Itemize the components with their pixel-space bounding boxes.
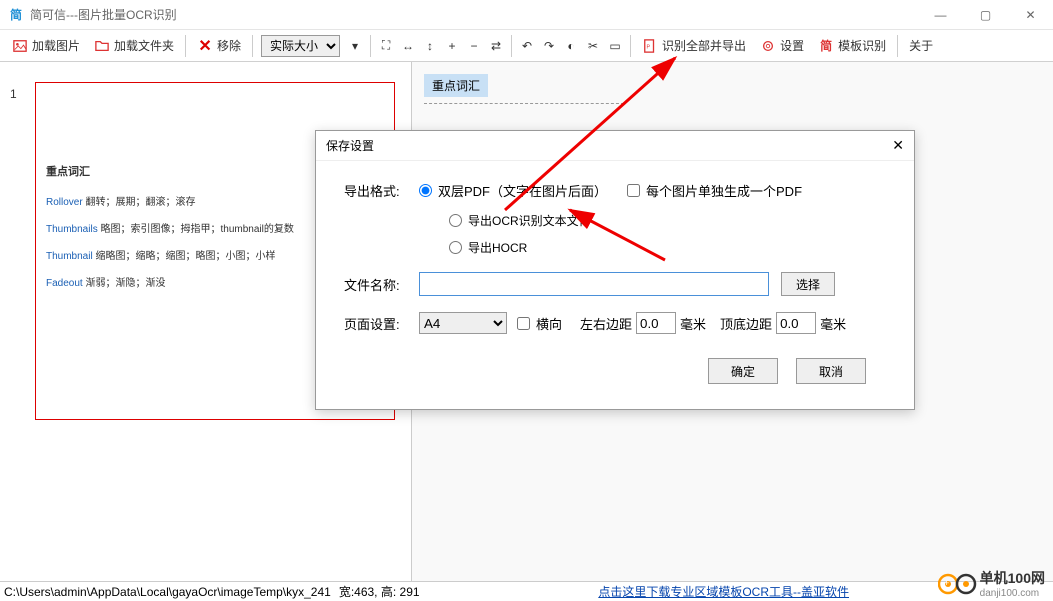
load-folder-button[interactable]: 加载文件夹	[88, 34, 180, 57]
landscape-check[interactable]	[517, 317, 530, 330]
folder-icon	[94, 38, 110, 54]
lr-margin-input[interactable]	[636, 312, 676, 334]
minus-icon[interactable]: −	[464, 36, 484, 56]
x-icon: ✕	[197, 38, 213, 54]
maximize-button[interactable]: ▢	[963, 0, 1008, 29]
load-image-label: 加载图片	[32, 37, 80, 54]
rotate-cw-icon[interactable]: ↷	[539, 36, 559, 56]
statusbar: C:\Users\admin\AppData\Local\gayaOcr\ima…	[0, 581, 1053, 601]
titlebar: 简 简可信---图片批量OCR识别 — ▢ ✕	[0, 0, 1053, 30]
separator	[185, 35, 186, 57]
filename-label: 文件名称:	[344, 275, 419, 294]
toolbar: 加载图片 加载文件夹 ✕ 移除 实际大小 ▾ ⛶ ↔ ↕ + − ⇄ ↶ ↷ ◐…	[0, 30, 1053, 62]
separator	[252, 35, 253, 57]
remove-button[interactable]: ✕ 移除	[191, 34, 247, 57]
radio-dual-pdf[interactable]	[419, 184, 432, 197]
ok-button[interactable]: 确定	[708, 358, 778, 384]
watermark-name: 单机100网	[980, 568, 1045, 588]
radio-text-label: 导出OCR识别文本文件	[468, 212, 591, 229]
thumbnail-index: 1	[10, 87, 17, 101]
watermark: + 单机100网 danji100.com	[938, 568, 1045, 599]
save-settings-dialog: 保存设置 ✕ 导出格式: 双层PDF（文字在图片后面） 每个图片单独生成一个PD…	[315, 130, 915, 410]
zoom-select[interactable]: 实际大小	[261, 35, 340, 57]
preview-heading: 重点词汇	[424, 74, 488, 97]
unit-label: 毫米	[680, 314, 706, 333]
pageset-label: 页面设置:	[344, 314, 419, 333]
template-icon: 简	[818, 38, 834, 54]
separator	[511, 35, 512, 57]
dialog-titlebar: 保存设置 ✕	[316, 131, 914, 161]
contrast-icon[interactable]: ◐	[561, 36, 581, 56]
page-size-select[interactable]: A4	[419, 312, 507, 334]
about-label: 关于	[909, 37, 933, 54]
radio-hocr[interactable]	[449, 241, 462, 254]
image-icon	[12, 38, 28, 54]
dialog-title: 保存设置	[326, 137, 892, 154]
recognize-export-button[interactable]: P 识别全部并导出	[636, 34, 752, 57]
template-button[interactable]: 简 模板识别	[812, 34, 892, 57]
tb-margin-input[interactable]	[776, 312, 816, 334]
app-icon: 简	[8, 7, 24, 23]
crop-icon[interactable]: ✂	[583, 36, 603, 56]
settings-button[interactable]: 设置	[754, 34, 810, 57]
load-image-button[interactable]: 加载图片	[6, 34, 86, 57]
lr-margin-label: 左右边距	[580, 314, 632, 333]
fit-icon[interactable]: ⛶	[376, 36, 396, 56]
load-folder-label: 加载文件夹	[114, 37, 174, 54]
separator	[630, 35, 631, 57]
status-dims: 宽:463, 高: 291	[339, 583, 420, 600]
tb-margin-label: 顶底边距	[720, 314, 772, 333]
app-title: 简可信---图片批量OCR识别	[30, 6, 918, 23]
box-icon[interactable]: ▭	[605, 36, 625, 56]
format-label: 导出格式:	[344, 181, 419, 200]
browse-button[interactable]: 选择	[781, 272, 835, 296]
remove-label: 移除	[217, 37, 241, 54]
gear-icon	[760, 38, 776, 54]
watermark-icon: +	[938, 572, 974, 596]
chevron-down-icon[interactable]: ▾	[345, 36, 365, 56]
plus-icon[interactable]: +	[442, 36, 462, 56]
about-button[interactable]: 关于	[903, 34, 939, 57]
settings-label: 设置	[780, 37, 804, 54]
svg-text:P: P	[647, 44, 651, 50]
pdf-icon: P	[642, 38, 658, 54]
arrows-v-icon[interactable]: ↕	[420, 36, 440, 56]
status-link[interactable]: 点击这里下载专业区域模板OCR工具--盖亚软件	[598, 583, 849, 600]
separator	[897, 35, 898, 57]
watermark-domain: danji100.com	[980, 588, 1045, 599]
radio-dual-pdf-label: 双层PDF（文字在图片后面）	[438, 181, 607, 200]
svg-text:+: +	[944, 578, 949, 588]
filename-input[interactable]	[419, 272, 769, 296]
unit-label-2: 毫米	[820, 314, 846, 333]
separator	[370, 35, 371, 57]
minimize-button[interactable]: —	[918, 0, 963, 29]
cancel-button[interactable]: 取消	[796, 358, 866, 384]
radio-text[interactable]	[449, 214, 462, 227]
template-label: 模板识别	[838, 37, 886, 54]
status-path: C:\Users\admin\AppData\Local\gayaOcr\ima…	[4, 585, 331, 599]
landscape-label: 横向	[536, 314, 562, 333]
arrows-lr-icon[interactable]: ⇄	[486, 36, 506, 56]
check-each-pdf[interactable]	[627, 184, 640, 197]
dialog-close-icon[interactable]: ✕	[892, 137, 904, 154]
arrows-h-icon[interactable]: ↔	[398, 36, 418, 56]
check-each-pdf-label: 每个图片单独生成一个PDF	[646, 181, 802, 200]
recognize-export-label: 识别全部并导出	[662, 37, 746, 54]
rotate-ccw-icon[interactable]: ↶	[517, 36, 537, 56]
radio-hocr-label: 导出HOCR	[468, 239, 527, 256]
close-button[interactable]: ✕	[1008, 0, 1053, 29]
